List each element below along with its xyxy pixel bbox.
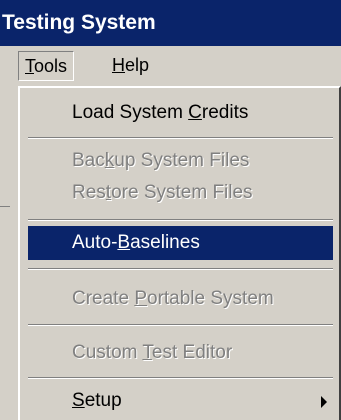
- menu-item-backup-system-files: Backup System Files: [28, 144, 333, 178]
- menu-item-accel: P: [134, 288, 147, 309]
- menu-separator: [28, 268, 333, 270]
- window-title: Testing System: [2, 11, 156, 34]
- submenu-arrow-icon: [321, 396, 327, 408]
- menu-item-accel: B: [117, 232, 131, 253]
- menu-item-label-pre: Bac: [72, 150, 105, 171]
- title-bar: Testing System: [0, 0, 341, 46]
- menu-item-accel: S: [72, 390, 85, 411]
- menu-help-label-post: elp: [125, 55, 150, 75]
- menu-separator: [28, 324, 333, 326]
- window-background: [0, 86, 18, 420]
- menu-item-label-post: ore System Files: [111, 182, 253, 203]
- menu-item-label-pre: Load System: [72, 102, 189, 123]
- menu-item-label-post: ortable System: [147, 288, 274, 309]
- menu-item-accel: k: [104, 150, 115, 171]
- tools-dropdown-menu: Load System Credits Backup System Files …: [18, 86, 341, 420]
- menu-item-label-pre: Auto-: [72, 232, 118, 253]
- menu-help-accel: H: [112, 55, 125, 75]
- menu-separator: [28, 137, 333, 139]
- menu-bar: Tools Help: [0, 46, 341, 86]
- menu-tools[interactable]: Tools: [18, 51, 75, 81]
- menu-item-setup[interactable]: Setup: [28, 384, 333, 418]
- menu-tools-accel: T: [25, 56, 34, 76]
- menu-item-label-post: aselines: [130, 232, 200, 253]
- menu-help[interactable]: Help: [106, 51, 155, 79]
- menu-item-restore-system-files: Restore System Files: [28, 176, 333, 210]
- menu-item-auto-baselines[interactable]: Auto-Baselines: [28, 226, 333, 260]
- menu-item-label-post: redits: [201, 102, 249, 123]
- menu-item-create-portable-system: Create Portable System: [28, 282, 333, 316]
- menu-item-label-pre: Custom: [72, 342, 143, 363]
- menu-item-custom-test-editor: Custom Test Editor: [28, 336, 333, 370]
- menu-item-label-post: est Editor: [151, 342, 233, 363]
- menu-item-label-pre: Create: [72, 288, 135, 309]
- menu-item-accel: T: [142, 342, 152, 363]
- menu-separator: [28, 219, 333, 221]
- menu-separator: [28, 377, 333, 379]
- menu-item-accel: C: [188, 102, 202, 123]
- menu-item-label-post: etup: [84, 390, 122, 411]
- menu-item-load-system-credits[interactable]: Load System Credits: [28, 96, 333, 130]
- menu-item-label-pre: Res: [72, 182, 106, 203]
- menu-item-label-post: up System Files: [114, 150, 250, 171]
- background-divider: [0, 206, 10, 207]
- menu-tools-label-post: ools: [34, 56, 68, 76]
